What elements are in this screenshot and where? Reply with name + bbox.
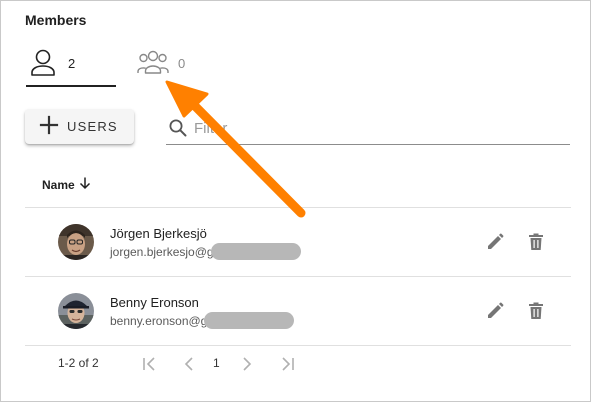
member-name: Benny Eronson: [110, 295, 199, 310]
filter-field: [166, 113, 570, 145]
chevron-right-icon: [243, 357, 252, 371]
next-page-button[interactable]: [237, 354, 257, 374]
redacted-email-domain: [211, 243, 301, 260]
pagination-range: 1-2 of 2: [58, 356, 99, 370]
users-count: 2: [68, 56, 76, 71]
add-users-label: USERS: [67, 119, 118, 134]
avatar: [58, 224, 94, 260]
table-row: Benny Eronson benny.eronson@g: [25, 277, 571, 345]
panel-title: Members: [25, 12, 87, 28]
first-page-button[interactable]: [140, 354, 160, 374]
add-users-button[interactable]: USERS: [25, 109, 134, 144]
plus-icon: [39, 115, 59, 138]
last-page-icon: [282, 357, 294, 371]
member-email: benny.eronson@g: [110, 314, 208, 328]
members-panel: Members 2 0 USERS Filter Name Jörgen Bje…: [0, 0, 591, 402]
search-icon: [168, 118, 188, 143]
first-page-icon: [143, 357, 155, 371]
delete-button[interactable]: [526, 232, 546, 252]
tab-users[interactable]: 2: [26, 45, 116, 87]
group-icon: [136, 45, 170, 79]
chevron-left-icon: [184, 357, 193, 371]
arrow-down-icon: [78, 176, 92, 193]
filter-input[interactable]: [194, 116, 554, 140]
table-row: Jörgen Bjerkesjö jorgen.bjerkesjo@g: [25, 208, 571, 276]
person-icon: [26, 45, 60, 79]
member-name: Jörgen Bjerkesjö: [110, 226, 207, 241]
last-page-button[interactable]: [277, 354, 297, 374]
edit-button[interactable]: [485, 301, 505, 321]
previous-page-button[interactable]: [179, 354, 199, 374]
member-email: jorgen.bjerkesjo@g: [110, 245, 214, 259]
redacted-email-domain: [204, 312, 294, 329]
trash-icon: [529, 302, 543, 319]
edit-button[interactable]: [485, 232, 505, 252]
pencil-icon: [488, 302, 504, 318]
current-page: 1: [213, 356, 220, 370]
trash-icon: [529, 233, 543, 250]
name-column-header[interactable]: Name: [42, 176, 92, 193]
tab-groups[interactable]: 0: [136, 45, 185, 87]
pencil-icon: [488, 233, 504, 249]
avatar: [58, 293, 94, 329]
groups-count: 0: [178, 56, 186, 71]
name-column-label: Name: [42, 177, 75, 192]
row-divider: [25, 345, 571, 346]
delete-button[interactable]: [526, 301, 546, 321]
